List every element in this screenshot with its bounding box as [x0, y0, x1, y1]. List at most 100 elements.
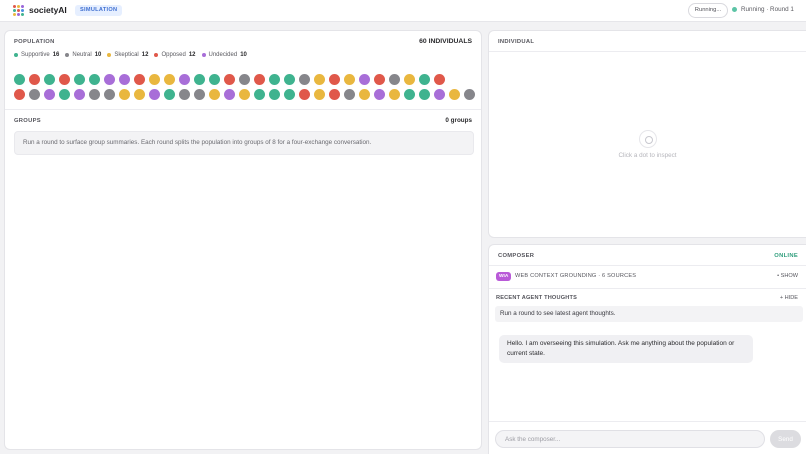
- population-legend: Supportive 16 Neutral 10 Skeptical 12 Opposed 1…: [14, 52, 253, 58]
- divider: [5, 109, 481, 110]
- legend-item-undecided: Undecided 10: [201, 52, 247, 58]
- legend-label: Opposed: [161, 52, 186, 58]
- legend-count: 16: [52, 52, 60, 58]
- individual-dot-undecided[interactable]: [374, 89, 385, 100]
- individual-dot-neutral[interactable]: [179, 89, 190, 100]
- individual-dot-undecided[interactable]: [359, 74, 370, 85]
- individual-dot-skeptical[interactable]: [149, 74, 160, 85]
- logo-dot: [13, 9, 16, 12]
- individual-dot-undecided[interactable]: [44, 89, 55, 100]
- individual-dot-skeptical[interactable]: [404, 74, 415, 85]
- individual-dot-neutral[interactable]: [104, 89, 115, 100]
- individual-dot-neutral[interactable]: [194, 89, 205, 100]
- individual-dot-neutral[interactable]: [344, 89, 355, 100]
- hide-thoughts-link[interactable]: + HIDE: [780, 295, 798, 301]
- individual-dot-opposed[interactable]: [14, 89, 25, 100]
- legend-label: Neutral: [72, 52, 92, 58]
- individual-dot-undecided[interactable]: [104, 74, 115, 85]
- individual-dot-skeptical[interactable]: [134, 89, 145, 100]
- logo-dot: [17, 5, 20, 8]
- placeholder-circle-icon: [639, 130, 657, 148]
- legend-count: 12: [188, 52, 196, 58]
- individual-dot-supportive[interactable]: [404, 89, 415, 100]
- composer-input[interactable]: [495, 430, 765, 448]
- individual-hint: Click a dot to inspect: [618, 152, 677, 159]
- brand-name: societyAI: [29, 5, 67, 15]
- individual-dot-neutral[interactable]: [89, 89, 100, 100]
- individual-dot-supportive[interactable]: [254, 89, 265, 100]
- individual-dot-supportive[interactable]: [44, 74, 55, 85]
- individual-dot-supportive[interactable]: [269, 74, 280, 85]
- individual-dot-supportive[interactable]: [74, 74, 85, 85]
- legend-dot-icon: [201, 53, 206, 57]
- composer-panel: COMPOSER ONLINE WIA WEB CONTEXT GROUNDIN…: [488, 244, 806, 454]
- wia-badge: WIA: [496, 272, 512, 281]
- population-count: 60 INDIVIDUALS: [419, 38, 472, 45]
- legend-count: 10: [94, 52, 102, 58]
- legend-item-supportive: Supportive 16: [14, 52, 59, 58]
- status-dot-icon: [732, 7, 737, 12]
- individual-dot-supportive[interactable]: [284, 74, 295, 85]
- individual-dot-neutral[interactable]: [239, 74, 250, 85]
- web-grounding-label: WEB CONTEXT GROUNDING · 6 SOURCES: [515, 273, 637, 279]
- run-status: Running · Round 1: [732, 6, 794, 13]
- individual-dot-opposed[interactable]: [434, 74, 445, 85]
- mode-badge: SIMULATION: [75, 5, 123, 16]
- individual-dot-skeptical[interactable]: [314, 89, 325, 100]
- legend-count: 10: [240, 52, 247, 58]
- individual-dot-opposed[interactable]: [59, 74, 70, 85]
- legend-label: Supportive: [21, 52, 50, 58]
- individual-dot-supportive[interactable]: [194, 74, 205, 85]
- individual-dot-supportive[interactable]: [209, 74, 220, 85]
- individual-dot-skeptical[interactable]: [389, 89, 400, 100]
- individual-dot-neutral[interactable]: [299, 74, 310, 85]
- individual-dot-supportive[interactable]: [419, 74, 430, 85]
- individual-dot-opposed[interactable]: [299, 89, 310, 100]
- individual-dot-supportive[interactable]: [14, 74, 25, 85]
- send-button[interactable]: Send: [770, 430, 801, 448]
- individual-dot-skeptical[interactable]: [209, 89, 220, 100]
- individual-dot-skeptical[interactable]: [359, 89, 370, 100]
- run-button[interactable]: Running...: [688, 3, 728, 18]
- individual-dot-supportive[interactable]: [269, 89, 280, 100]
- individual-dot-opposed[interactable]: [254, 74, 265, 85]
- individual-dot-undecided[interactable]: [434, 89, 445, 100]
- individual-dot-undecided[interactable]: [149, 89, 160, 100]
- individual-dot-opposed[interactable]: [134, 74, 145, 85]
- individual-dot-opposed[interactable]: [224, 74, 235, 85]
- individual-dot-supportive[interactable]: [89, 74, 100, 85]
- individual-dot-skeptical[interactable]: [239, 89, 250, 100]
- individual-dot-neutral[interactable]: [464, 89, 475, 100]
- individual-dot-undecided[interactable]: [74, 89, 85, 100]
- groups-count: 0 groups: [445, 117, 472, 124]
- individual-dot-opposed[interactable]: [329, 74, 340, 85]
- individual-dot-opposed[interactable]: [374, 74, 385, 85]
- individual-panel: INDIVIDUAL Click a dot to inspect: [488, 30, 806, 238]
- individual-dot-undecided[interactable]: [224, 89, 235, 100]
- individual-dot-neutral[interactable]: [29, 89, 40, 100]
- individual-dot-neutral[interactable]: [389, 74, 400, 85]
- individual-dot-skeptical[interactable]: [449, 89, 460, 100]
- individual-dot-supportive[interactable]: [284, 89, 295, 100]
- legend-item-opposed: Opposed 12: [154, 52, 196, 58]
- individual-dot-skeptical[interactable]: [314, 74, 325, 85]
- individual-dot-skeptical[interactable]: [119, 89, 130, 100]
- individual-dot-supportive[interactable]: [59, 89, 70, 100]
- show-sources-link[interactable]: • SHOW: [777, 273, 798, 279]
- legend-count: 12: [141, 52, 149, 58]
- logo-dot: [17, 13, 20, 16]
- individual-dot-skeptical[interactable]: [164, 74, 175, 85]
- logo-dot: [21, 13, 24, 16]
- individual-dot-undecided[interactable]: [179, 74, 190, 85]
- logo-icon: [13, 5, 24, 16]
- individual-dot-opposed[interactable]: [29, 74, 40, 85]
- individual-dot-opposed[interactable]: [329, 89, 340, 100]
- divider: [489, 288, 806, 289]
- legend-label: Undecided: [208, 52, 238, 58]
- individual-dot-skeptical[interactable]: [344, 74, 355, 85]
- legend-dot-icon: [14, 53, 18, 57]
- individual-dot-undecided[interactable]: [119, 74, 130, 85]
- run-status-text: Running · Round 1: [741, 6, 794, 13]
- individual-dot-supportive[interactable]: [419, 89, 430, 100]
- individual-dot-supportive[interactable]: [164, 89, 175, 100]
